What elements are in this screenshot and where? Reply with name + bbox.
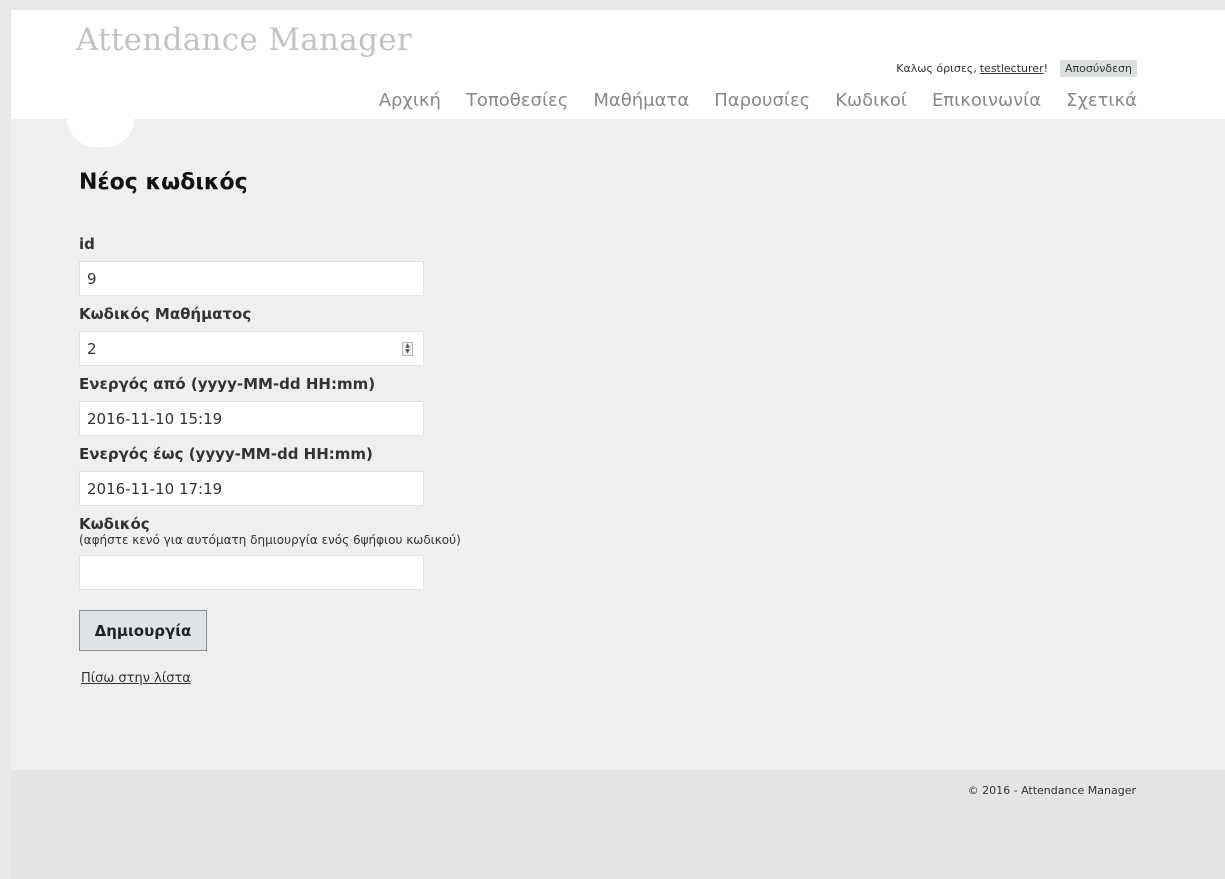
nav-item-contact[interactable]: Επικοινωνία <box>932 90 1041 111</box>
logout-button[interactable]: Αποσύνδεση <box>1060 60 1137 77</box>
course-code-field[interactable]: 2 ▲ ▼ <box>79 331 424 366</box>
main-nav: Αρχική Τοποθεσίες Μαθήματα Παρουσίες Κωδ… <box>354 90 1137 111</box>
id-label: id <box>79 235 95 253</box>
active-from-label: Ενεργός από (yyyy-MM-dd HH:mm) <box>79 375 376 393</box>
footer: © 2016 - Attendance Manager <box>11 770 1225 879</box>
header-notch <box>67 119 134 147</box>
nav-item-codes[interactable]: Κωδικοί <box>835 90 907 111</box>
greeting-text: Καλως όρισες, <box>896 62 977 75</box>
main-content: Νέος κωδικός id 9 Κωδικός Μαθήματος 2 ▲ ▼… <box>79 170 779 686</box>
course-code-value: 2 <box>87 339 97 358</box>
active-until-label: Ενεργός έως (yyyy-MM-dd HH:mm) <box>79 445 373 463</box>
username-link[interactable]: testlecturer <box>980 62 1044 75</box>
nav-item-attendances[interactable]: Παρουσίες <box>714 90 810 111</box>
nav-item-courses[interactable]: Μαθήματα <box>593 90 689 111</box>
footer-copyright: © 2016 - Attendance Manager <box>967 784 1136 797</box>
nav-item-locations[interactable]: Τοποθεσίες <box>466 90 568 111</box>
page-frame: Attendance Manager Καλως όρισες, testlec… <box>11 10 1225 879</box>
active-from-field[interactable]: 2016-11-10 15:19 <box>79 401 424 436</box>
create-button[interactable]: Δημιουργία <box>79 610 207 651</box>
greeting-suffix: ! <box>1043 62 1049 75</box>
nav-item-about[interactable]: Σχετικά <box>1066 90 1137 111</box>
page-title: Νέος κωδικός <box>79 170 248 195</box>
header: Attendance Manager Καλως όρισες, testlec… <box>11 10 1225 119</box>
login-area: Καλως όρισες, testlecturer ! Αποσύνδεση <box>896 60 1137 77</box>
code-hint: (αφήστε κενό για αυτόματη δημιουργία ενό… <box>79 533 461 547</box>
active-until-field[interactable]: 2016-11-10 17:19 <box>79 471 424 506</box>
code-field[interactable] <box>79 555 424 590</box>
spinner-icon[interactable]: ▲ ▼ <box>402 342 413 356</box>
back-to-list-link[interactable]: Πίσω στην λίστα <box>81 671 191 686</box>
course-code-label: Κωδικός Μαθήματος <box>79 305 252 323</box>
nav-item-home[interactable]: Αρχική <box>379 90 441 111</box>
id-field[interactable]: 9 <box>79 261 424 296</box>
code-label: Κωδικός <box>79 515 150 533</box>
site-logo[interactable]: Attendance Manager <box>76 22 412 58</box>
